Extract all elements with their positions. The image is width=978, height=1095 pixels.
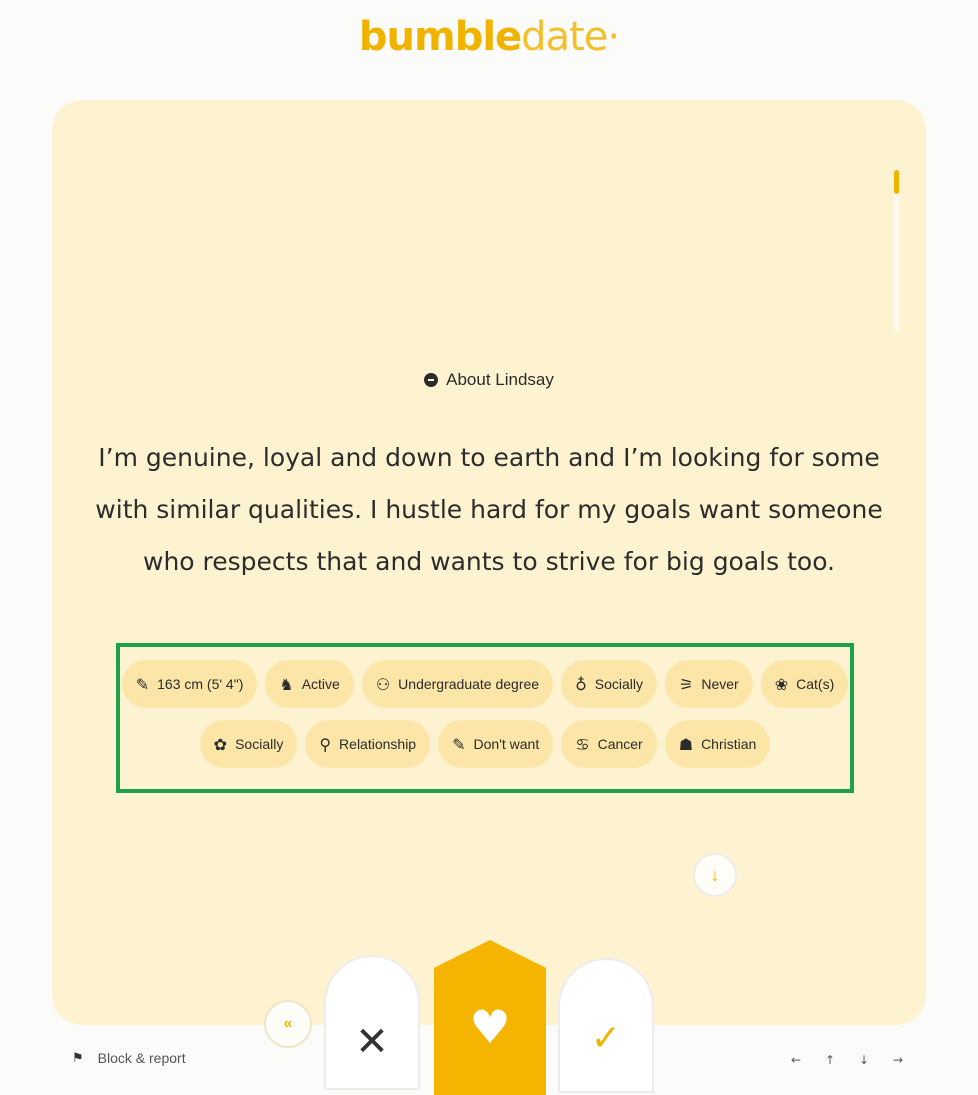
profile-bio: I’m genuine, loyal and down to earth and… [95,443,883,576]
superswipe-button[interactable]: ✓ [558,958,654,1093]
keyboard-shortcut-hints: ← ↑ ↓ → [786,1050,908,1070]
profile-attribute-chips: ✎ 163 cm (5' 4") ♞ Active ⚇ Undergraduate d… [116,660,854,768]
arrow-up-key-icon: ↑ [824,1053,836,1067]
children-icon: ✎ [452,734,466,754]
about-section-heading: About Lindsay [0,370,978,390]
chip-label: Cat(s) [796,676,835,692]
pass-button[interactable]: ✕ [324,955,420,1090]
chip-religion: ☗ Christian [664,720,771,768]
about-quote-icon [424,373,439,387]
chip-zodiac: ♋ Cancer [561,720,657,768]
chip-kids: ✎ Don't want [438,720,554,768]
chip-cannabis: ✿ Socially [199,720,298,768]
search-icon: ⚲ [319,734,332,754]
profile-scrollbar-thumb[interactable] [894,170,899,194]
chip-label: Never [701,676,739,692]
chip-label: Don't want [473,736,540,752]
check-icon: ✓ [590,1018,622,1059]
chip-height: ✎ 163 cm (5' 4") [121,660,258,708]
smoking-icon: ⚞ [679,674,694,694]
chip-label: Socially [235,736,284,752]
rewind-icon: « [283,1015,293,1032]
chip-looking-for: ⚲ Relationship [305,720,431,768]
chip-label: Cancer [597,736,643,752]
chip-exercise: ♞ Active [265,660,354,708]
arrow-left-key-icon: ← [790,1053,802,1067]
about-heading-text: About Lindsay [446,370,554,389]
graduation-cap-icon: ⚇ [375,674,391,694]
ruler-icon: ✎ [135,674,150,694]
chip-label: Christian [701,736,757,752]
block-report-link[interactable]: ⚑ Block & report [72,1050,186,1066]
like-button[interactable]: ♥ [434,940,546,1095]
chip-label: Socially [594,676,644,692]
chip-drinking: ♁ Socially [561,660,658,708]
zodiac-icon: ♋ [575,734,590,754]
chip-label: Relationship [339,736,417,752]
logo-dot: · [607,14,620,60]
arrow-down-key-icon: ↓ [858,1053,870,1067]
religion-icon: ☗ [678,734,694,754]
profile-scrollbar[interactable] [894,170,899,332]
chip-label: Active [301,676,340,692]
close-icon: ✕ [355,1019,389,1065]
logo-brand: bumble [358,14,522,60]
chip-pets: ❀ Cat(s) [760,660,849,708]
arrow-down-icon: ↓ [710,864,720,885]
arrow-right-key-icon: → [892,1053,904,1067]
chip-smoking: ⚞ Never [665,660,753,708]
scroll-down-button[interactable]: ↓ [693,853,737,897]
cannabis-icon: ✿ [213,734,228,754]
heart-icon: ♥ [469,1000,511,1054]
flag-icon: ⚑ [72,1050,84,1066]
chip-label: Undergraduate degree [398,676,540,692]
bumble-date-logo: bumbledate· [0,14,978,60]
chip-education: ⚇ Undergraduate degree [361,660,554,708]
pets-icon: ❀ [774,674,789,694]
logo-suffix: date [521,14,608,60]
exercise-icon: ♞ [279,674,294,694]
chip-label: 163 cm (5' 4") [157,676,244,692]
backtrack-button[interactable]: « [264,1000,312,1048]
wine-glass-icon: ♁ [575,674,587,694]
block-report-label: Block & report [97,1050,186,1066]
